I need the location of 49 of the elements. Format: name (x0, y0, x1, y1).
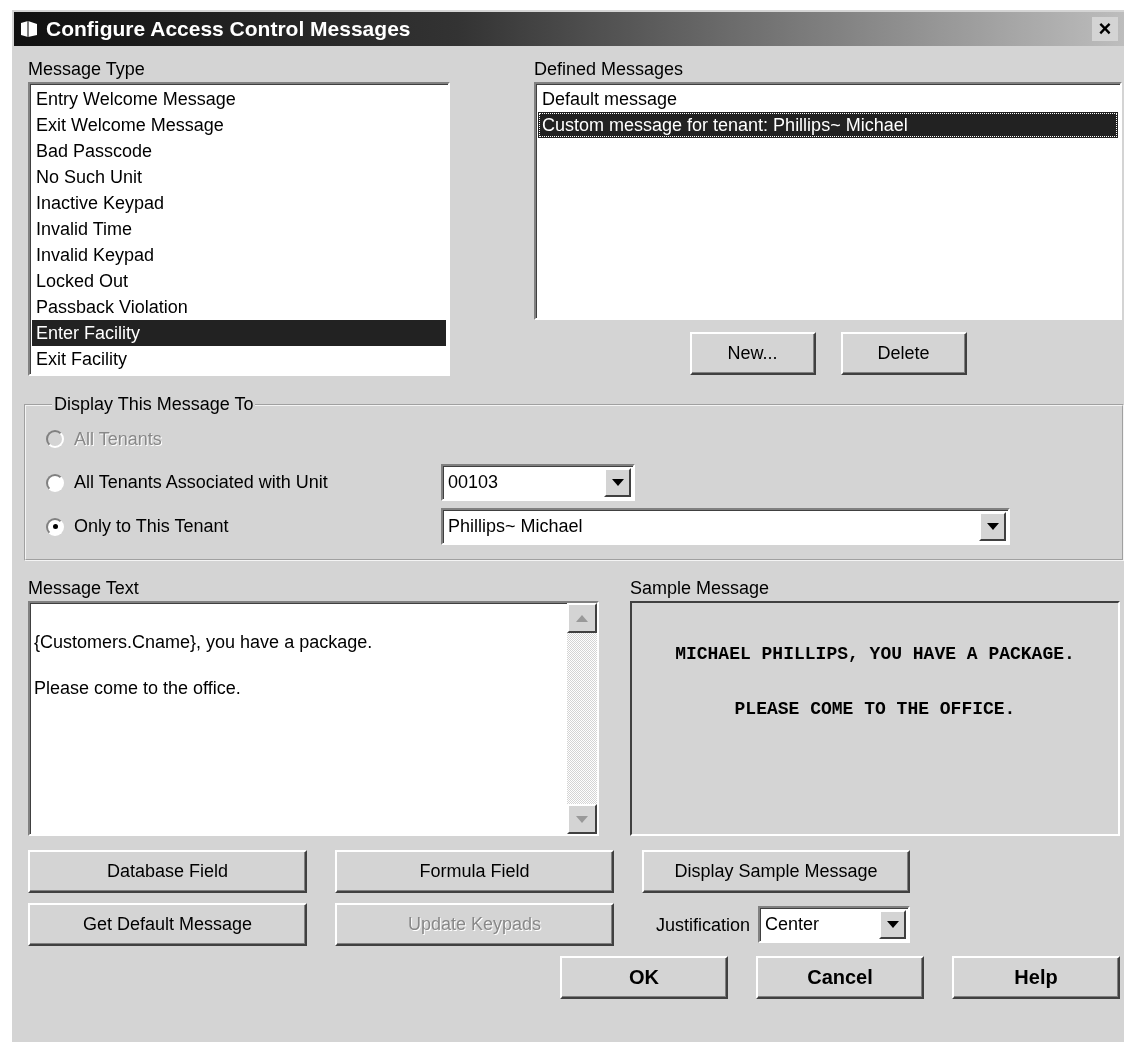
list-item[interactable]: Entry Welcome Message (32, 86, 446, 112)
help-button[interactable]: Help (952, 956, 1120, 999)
radio-option[interactable]: All Tenants Associated with Unit (46, 464, 441, 501)
scroll-down-icon (576, 815, 588, 823)
list-item[interactable]: Enter Facility (32, 320, 446, 346)
list-item[interactable]: Exit Welcome Message (32, 112, 446, 138)
radio-option[interactable]: Only to This Tenant (46, 508, 441, 545)
get-default-message-button[interactable]: Get Default Message (28, 903, 307, 946)
dropdown-arrow-icon (986, 523, 999, 530)
scrollbar[interactable] (567, 603, 597, 834)
message-line: Please come to the office. (34, 677, 242, 699)
sample-line: MICHAEL PHILLIPS, YOU HAVE A PACKAGE. (675, 643, 1075, 666)
unit-dropdown[interactable]: 00103 (441, 464, 635, 501)
tenant-dropdown[interactable]: Phillips~ Michael (441, 508, 1010, 545)
sample-line: PLEASE COME TO THE OFFICE. (734, 698, 1016, 721)
delete-button[interactable]: Delete (840, 332, 967, 375)
radio-button[interactable] (46, 517, 64, 536)
list-item[interactable]: Locked Out (32, 268, 446, 294)
dropdown-arrow-icon (886, 921, 899, 928)
radio-button[interactable] (46, 473, 64, 492)
display-sample-button[interactable]: Display Sample Message (642, 850, 910, 893)
message-text-label: Message Text (28, 577, 140, 600)
list-item[interactable]: Inactive Keypad (32, 190, 446, 216)
message-text-field[interactable]: {Customers.Cname}, you have a package. Please come to the office. (28, 601, 599, 836)
message-line: {Customers.Cname}, you have a package. (34, 631, 374, 653)
justification-dropdown[interactable]: Center (758, 906, 910, 943)
justification-label: Justification (655, 913, 750, 937)
list-item[interactable]: Exit Facility (32, 346, 446, 372)
database-field-button[interactable]: Database Field (28, 850, 307, 893)
list-item[interactable]: No Such Unit (32, 164, 446, 190)
list-item[interactable]: Bad Passcode (32, 138, 446, 164)
window-icon (20, 20, 40, 38)
close-button[interactable]: × (1092, 17, 1118, 41)
group-title: Display This Message To (53, 394, 255, 415)
sample-message-label: Sample Message (630, 577, 771, 600)
ok-button[interactable]: OK (560, 956, 728, 999)
cancel-button[interactable]: Cancel (756, 956, 924, 999)
window-title: Configure Access Control Messages (46, 17, 412, 41)
defined-messages-label: Defined Messages (534, 58, 685, 81)
dropdown-arrow-icon (611, 479, 624, 486)
new-button[interactable]: New... (689, 332, 816, 375)
scroll-up-icon (576, 614, 588, 622)
list-item[interactable]: Invalid Time (32, 216, 446, 242)
formula-field-button[interactable]: Formula Field (335, 850, 614, 893)
list-item[interactable]: Custom message for tenant: Phillips~ Michael (538, 112, 1118, 138)
list-item[interactable]: Default message (538, 86, 1118, 112)
list-item[interactable]: Passback Violation (32, 294, 446, 320)
list-item[interactable]: Invalid Keypad (32, 242, 446, 268)
message-type-label: Message Type (28, 58, 146, 81)
